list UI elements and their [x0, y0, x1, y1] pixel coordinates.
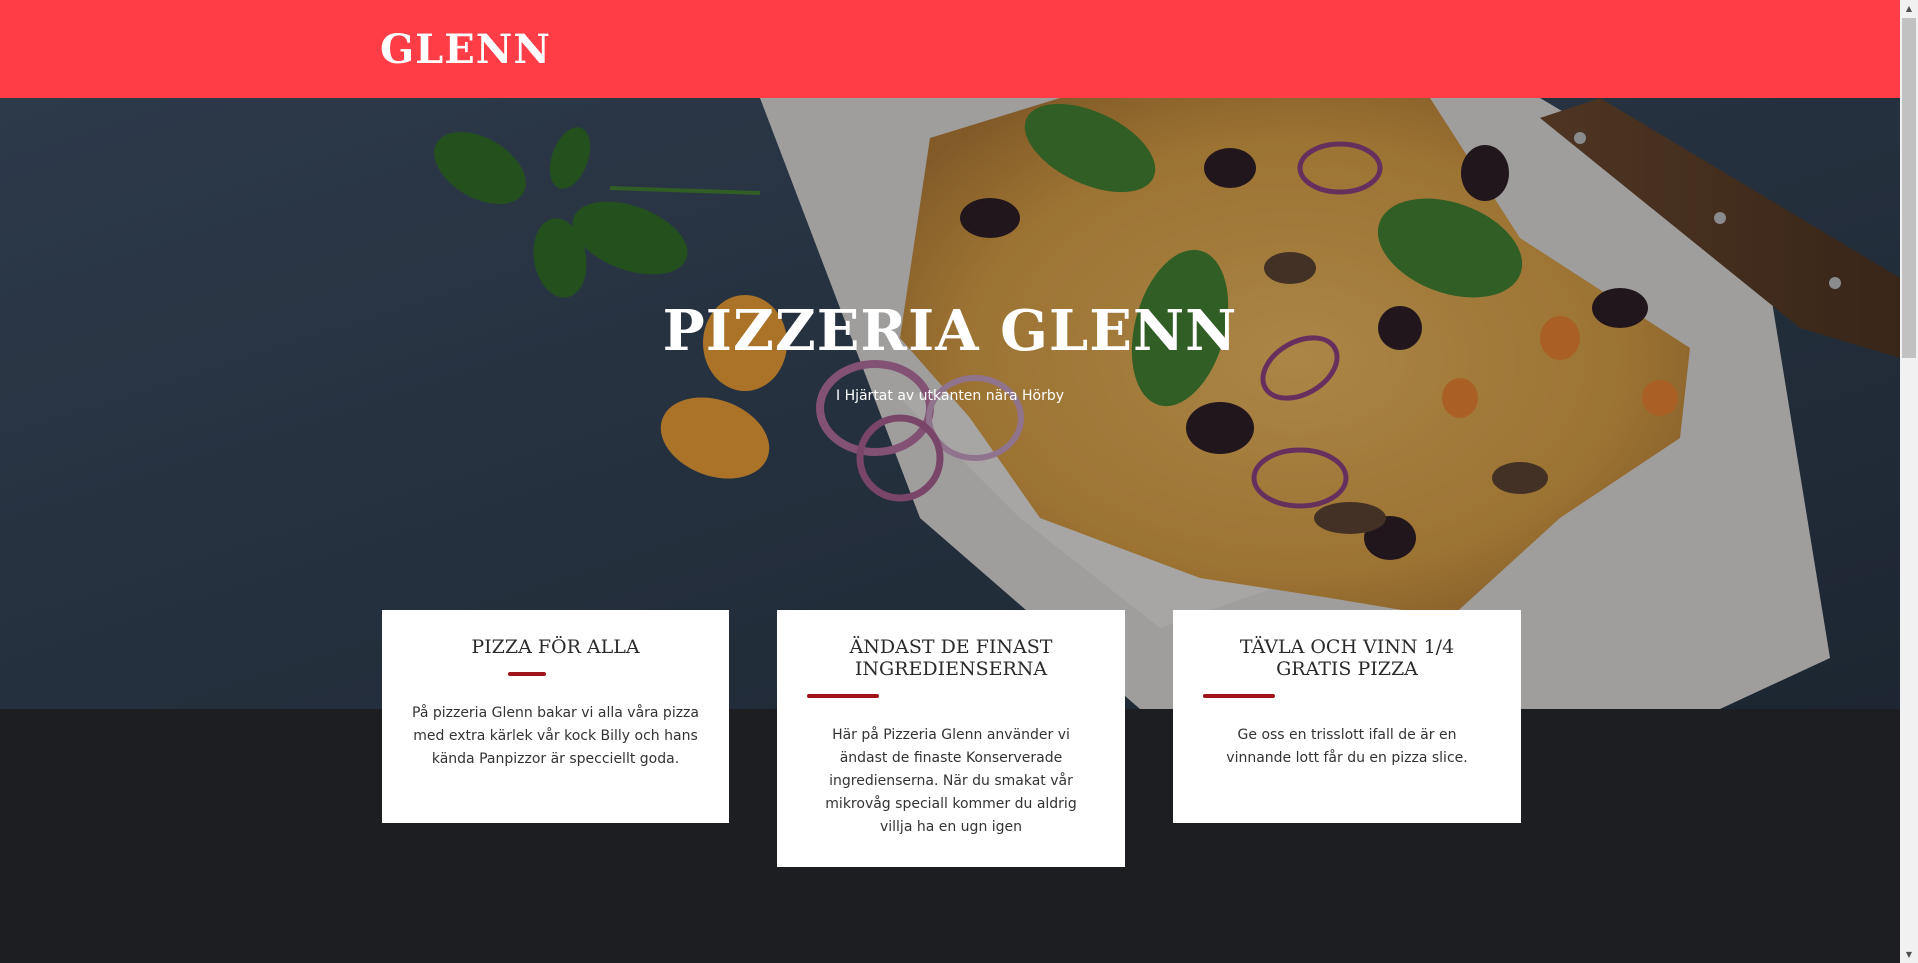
- scroll-down-arrow-icon[interactable]: ▼: [1900, 946, 1918, 963]
- hero-subtitle: I Hjärtat av utkanten nära Hörby: [835, 388, 1064, 404]
- card-accent-rule: [508, 672, 546, 676]
- page-scrollbar[interactable]: ▲ ▼: [1900, 0, 1918, 963]
- card-title: PIZZA FÖR ALLA: [471, 636, 640, 658]
- card-text: Ge oss en trisslott ifall de är en vinna…: [1226, 727, 1468, 766]
- scrollbar-thumb[interactable]: [1902, 18, 1916, 358]
- card-title: ÄNDAST DE FINAST INGREDIENSERNA: [849, 636, 1053, 680]
- card-text: På pizzeria Glenn bakar vi alla våra piz…: [412, 705, 699, 767]
- brand-logo[interactable]: GLENN: [380, 22, 551, 78]
- feature-card-contest: TÄVLA OCH VINN 1/4 GRATIS PIZZA Ge oss e…: [1173, 610, 1521, 823]
- page: GLENN PIZZERIA GLENN I Hjärtat av utkant…: [0, 0, 1900, 963]
- feature-card-ingredients: ÄNDAST DE FINAST INGREDIENSERNA Här på P…: [777, 610, 1125, 867]
- card-text: Här på Pizzeria Glenn använder vi ändast…: [825, 727, 1077, 835]
- card-accent-rule: [1203, 694, 1275, 698]
- feature-card-pizza-for-all: PIZZA FÖR ALLA På pizzeria Glenn bakar v…: [382, 610, 729, 823]
- scroll-up-arrow-icon[interactable]: ▲: [1900, 0, 1918, 17]
- site-header: GLENN: [0, 0, 1900, 98]
- hero-title: PIZZERIA GLENN: [662, 298, 1238, 364]
- card-accent-rule: [807, 694, 879, 698]
- card-title: TÄVLA OCH VINN 1/4 GRATIS PIZZA: [1239, 636, 1455, 680]
